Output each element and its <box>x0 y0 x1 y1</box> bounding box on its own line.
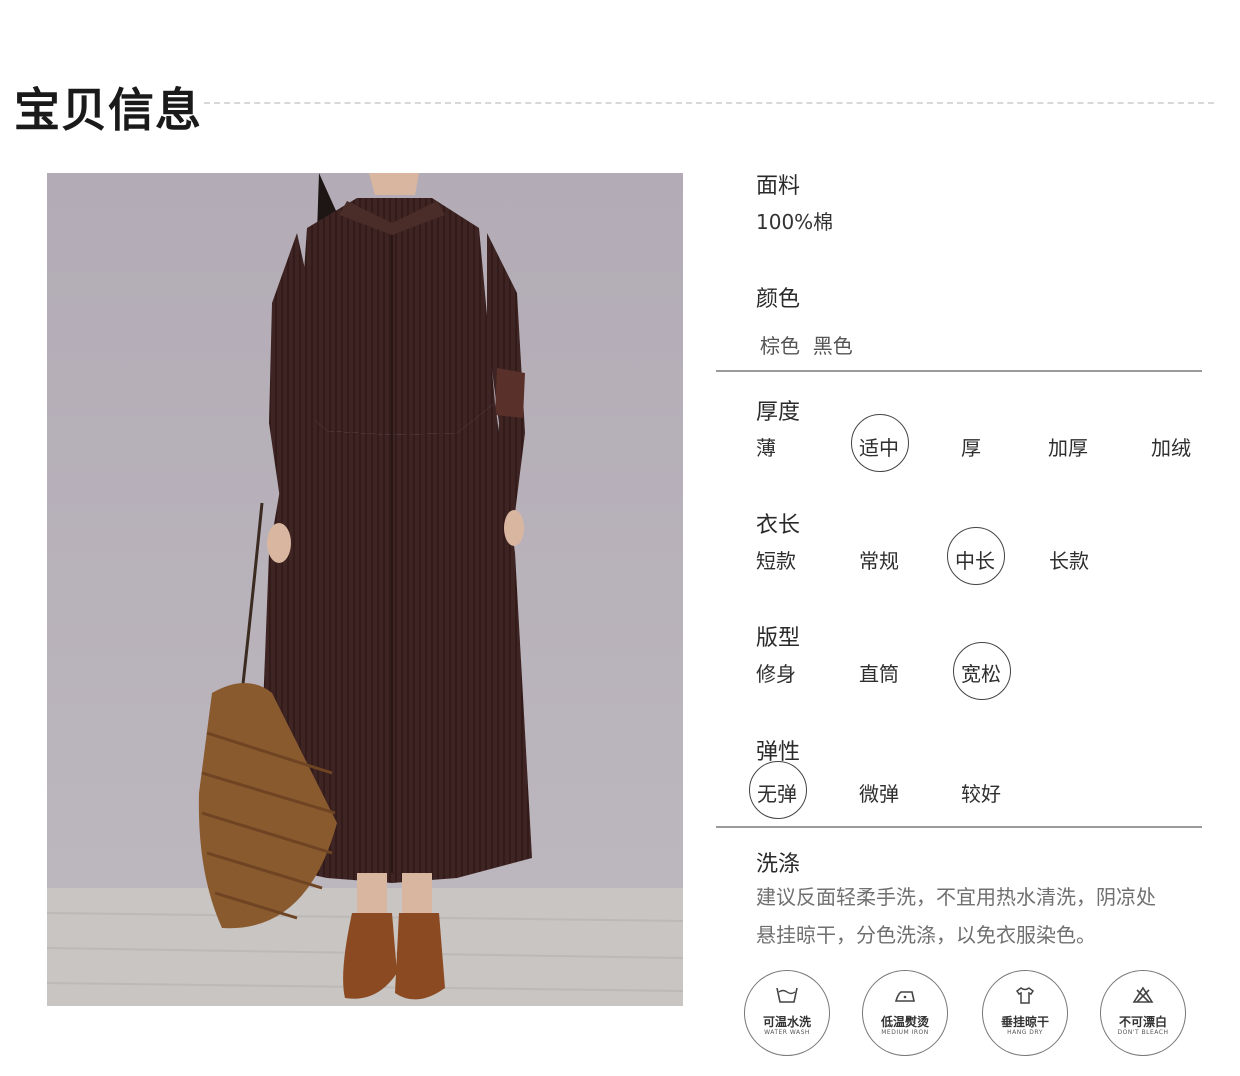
thickness-option-thick: 厚 <box>961 436 981 460</box>
header-dashed-divider <box>204 102 1214 104</box>
fabric-value: 100%棉 <box>756 210 834 234</box>
thickness-option-medium: 适中 <box>859 436 899 460</box>
care-badge-medium-iron: 低温熨烫 MEDIUM IRON <box>862 970 948 1056</box>
care-en-label: DON'T BLEACH <box>1117 1029 1169 1036</box>
elasticity-option-slight: 微弹 <box>859 782 899 806</box>
care-badge-water-wash: 可温水洗 WATER WASH <box>744 970 830 1056</box>
thickness-option-fleece: 加绒 <box>1151 436 1191 460</box>
thickness-option-thin: 薄 <box>756 436 776 460</box>
elasticity-option-good: 较好 <box>961 782 1001 806</box>
care-cn-label: 不可漂白 <box>1118 1015 1167 1029</box>
product-info-panel: 面料 100%棉 颜色 棕色 黑色 厚度 薄 适中 厚 加厚 加绒 衣长 短款 … <box>716 160 1206 1060</box>
color-value: 棕色 黑色 <box>760 334 853 358</box>
length-option-short: 短款 <box>756 549 796 573</box>
care-badge-no-bleach: 不可漂白 DON'T BLEACH <box>1100 970 1186 1056</box>
care-en-label: WATER WASH <box>764 1029 810 1036</box>
care-badge-hang-dry: 垂挂晾干 HANG DRY <box>982 970 1068 1056</box>
iron-icon <box>863 986 947 1009</box>
no-bleach-icon <box>1101 986 1185 1009</box>
fit-option-slim: 修身 <box>756 662 796 686</box>
fit-option-straight: 直筒 <box>859 662 899 686</box>
care-en-label: HANG DRY <box>1007 1029 1043 1036</box>
section-header: 宝贝信息 <box>14 74 1214 137</box>
care-cn-label: 可温水洗 <box>762 1015 811 1029</box>
divider <box>716 370 1202 372</box>
fabric-label: 面料 <box>756 174 801 199</box>
fit-option-loose: 宽松 <box>961 662 1001 686</box>
care-en-label: MEDIUM IRON <box>881 1029 929 1036</box>
washing-instructions-line-1: 建议反面轻柔手洗，不宜用热水清洗，阴凉处 <box>756 885 1156 909</box>
thickness-option-extra-thick: 加厚 <box>1048 436 1088 460</box>
fit-label: 版型 <box>756 626 801 651</box>
washing-instructions-line-2: 悬挂晾干，分色洗涤，以免衣服染色。 <box>756 923 1096 947</box>
length-option-regular: 常规 <box>859 549 899 573</box>
hang-shirt-icon <box>983 986 1067 1009</box>
length-label: 衣长 <box>756 513 801 538</box>
color-label: 颜色 <box>756 287 801 312</box>
length-option-mid: 中长 <box>955 549 995 573</box>
care-cn-label: 垂挂晾干 <box>1000 1015 1049 1029</box>
product-photo <box>47 173 683 1006</box>
wash-tub-icon <box>745 986 829 1009</box>
thickness-label: 厚度 <box>756 400 801 425</box>
care-icons-row: 可温水洗 WATER WASH 低温熨烫 MEDIUM IRON 垂挂晾干 HA… <box>742 970 1202 1060</box>
length-option-long: 长款 <box>1049 549 1089 573</box>
care-cn-label: 低温熨烫 <box>880 1015 929 1029</box>
elasticity-option-none: 无弹 <box>757 782 797 806</box>
washing-label: 洗涤 <box>756 852 801 877</box>
section-title: 宝贝信息 <box>14 83 202 137</box>
divider <box>716 826 1202 828</box>
